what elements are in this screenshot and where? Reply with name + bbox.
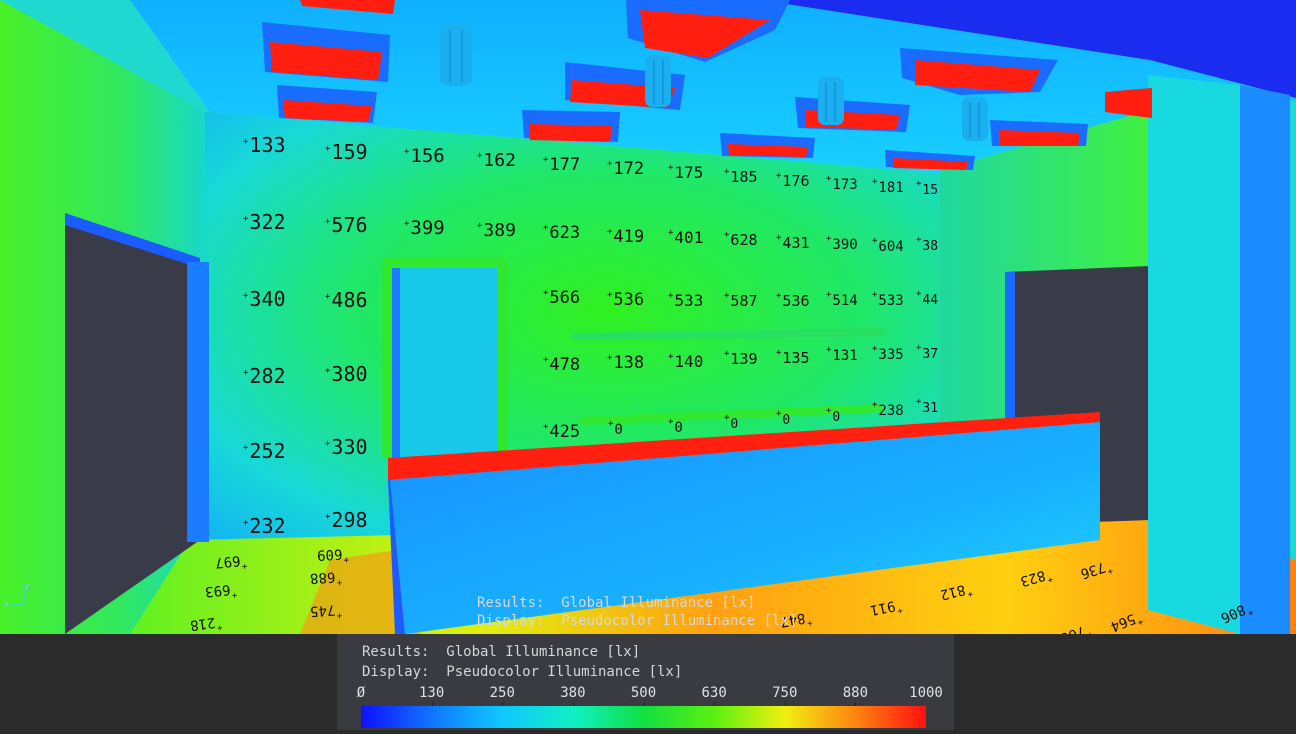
wall-value: 533 xyxy=(872,294,903,308)
wall-value: 322 xyxy=(243,212,285,232)
wall-value: 0 xyxy=(608,423,622,437)
wall-value: 176 xyxy=(776,174,809,189)
wall-value: 401 xyxy=(668,230,703,246)
floor-value: 218 xyxy=(189,614,222,633)
legend-tick-label: 1000 xyxy=(909,685,943,701)
wall-value: 425 xyxy=(543,424,580,441)
color-legend-panel: Results: Global Illuminance [lx] Display… xyxy=(337,634,954,730)
wall-value: 173 xyxy=(826,178,857,192)
legend-tick-label: 630 xyxy=(701,685,727,701)
wall-value: 282 xyxy=(243,366,285,386)
wall-value: 140 xyxy=(668,354,703,370)
wall-value: 566 xyxy=(543,290,580,307)
wall-value: 298 xyxy=(325,510,367,530)
legend-tick-label: 250 xyxy=(489,685,515,701)
wall-value: 604 xyxy=(872,240,903,254)
floor-value: 688 xyxy=(309,568,343,586)
wall-value: 419 xyxy=(607,229,644,246)
wall-value: 159 xyxy=(325,142,367,162)
wall-value: 623 xyxy=(543,225,580,242)
wall-value: 536 xyxy=(607,292,644,309)
wall-value: 533 xyxy=(668,293,703,309)
wall-value: 172 xyxy=(607,161,644,178)
wall-value: 238 xyxy=(872,404,903,418)
wall-value: 431 xyxy=(776,236,809,251)
viewport-display-label: Display: Pseudocolor Illuminance [lx] xyxy=(477,613,798,629)
legend-tick-label: 130 xyxy=(418,685,445,701)
wall-value: 514 xyxy=(826,294,857,308)
wall-value: 0 xyxy=(826,411,840,424)
wall-value: 587 xyxy=(724,294,757,309)
illuminance-scene xyxy=(0,0,1296,634)
wall-value: 576 xyxy=(325,215,367,235)
floor-value: 693 xyxy=(204,581,237,600)
wall-value: 44 xyxy=(916,294,938,307)
wall-value: 389 xyxy=(477,222,516,240)
viewport-results-label: Results: Global Illuminance [lx] xyxy=(477,595,756,611)
wall-value: 628 xyxy=(724,233,757,248)
legend-display-label: Display: Pseudocolor Illuminance [lx] xyxy=(362,664,683,680)
wall-value: 177 xyxy=(543,157,580,174)
axis-indicator-icon: z y xyxy=(4,582,30,608)
wall-value: 15 xyxy=(916,184,938,197)
wall-value: 133 xyxy=(243,135,285,155)
wall-value: 486 xyxy=(325,290,367,310)
floor-value: 609 xyxy=(317,546,349,563)
wall-value: 175 xyxy=(668,165,703,181)
wall-value: 0 xyxy=(668,421,682,435)
wall-value: 330 xyxy=(325,437,367,457)
wall-value: 232 xyxy=(243,516,285,536)
wall-value: 0 xyxy=(724,418,738,431)
legend-tick-label: 750 xyxy=(772,685,798,701)
wall-value: 38 xyxy=(916,240,938,253)
wall-value: 138 xyxy=(607,355,644,372)
wall-value: 380 xyxy=(325,364,367,384)
wall-value: 139 xyxy=(724,352,757,367)
wall-value: 335 xyxy=(872,348,903,362)
legend-tick-label: 380 xyxy=(560,685,586,701)
wall-value: 185 xyxy=(724,170,757,185)
wall-value: 399 xyxy=(404,219,444,238)
legend-bar: Results: Global Illuminance [lx] Display… xyxy=(0,634,1296,734)
floor-value: 697 xyxy=(214,552,247,571)
legend-results-label: Results: Global Illuminance [lx] xyxy=(362,644,641,660)
wall-value: 390 xyxy=(826,238,857,252)
wall-value: 31 xyxy=(916,402,938,415)
wall-value: 162 xyxy=(477,152,516,170)
color-scale-bar xyxy=(361,706,926,728)
wall-value: 340 xyxy=(243,289,285,309)
wall-value: 0 xyxy=(776,414,790,427)
legend-tick-label: 500 xyxy=(630,685,657,701)
3d-render-viewport[interactable]: 133 159 156 162 177 172 175 185 176 173 181 15 322 57… xyxy=(0,0,1296,634)
floor-value: 745 xyxy=(309,601,343,619)
wall-value: 252 xyxy=(243,441,285,461)
legend-tick-label: Ø xyxy=(356,685,366,701)
wall-value: 181 xyxy=(872,181,903,195)
wall-value: 478 xyxy=(543,357,580,374)
wall-value: 156 xyxy=(404,147,444,166)
wall-value: 37 xyxy=(916,348,938,361)
legend-tick-label: 880 xyxy=(842,685,869,701)
wall-value: 135 xyxy=(776,351,809,366)
wall-value: 131 xyxy=(826,349,857,363)
wall-value: 536 xyxy=(776,294,809,309)
